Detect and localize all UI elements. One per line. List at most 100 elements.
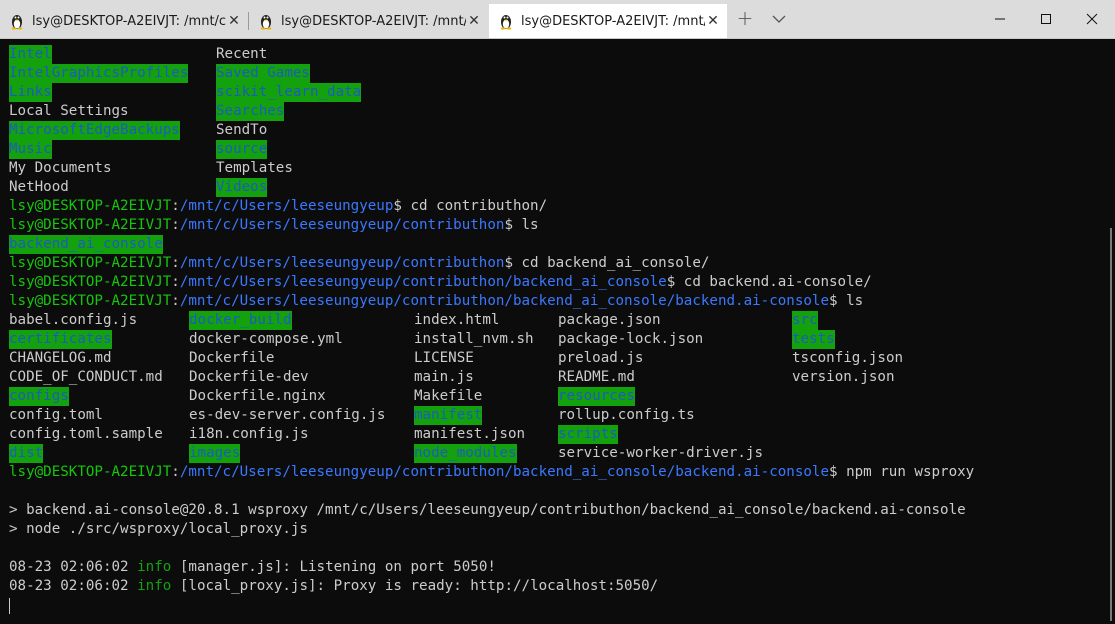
file-entry: README.md <box>558 369 635 385</box>
cursor-line <box>9 596 1099 615</box>
command-line: lsy@DESKTOP-A2EIVJT:/mnt/c/Users/leeseun… <box>9 273 1099 292</box>
text-cursor <box>9 598 10 614</box>
tab-1[interactable]: lsy@DESKTOP-A2EIVJT: /mnt/c ✕ <box>0 4 248 38</box>
close-icon <box>1086 13 1098 25</box>
listing-row: Local Settings Searches <box>9 102 1099 121</box>
file-entry: docker-compose.yml <box>189 331 343 347</box>
command-line: lsy@DESKTOP-A2EIVJT:/mnt/c/Users/leeseun… <box>9 463 1099 482</box>
maximize-icon <box>1041 14 1051 24</box>
file-entry: babel.config.js <box>9 312 138 328</box>
directory-entry: dist <box>9 444 44 463</box>
directory-entry: Videos <box>216 178 268 197</box>
directory-entry: Intel <box>9 45 52 64</box>
prompt-path: /mnt/c/Users/leeseungyeup <box>179 198 394 214</box>
tab-2[interactable]: lsy@DESKTOP-A2EIVJT: /mnt/c ✕ <box>249 4 488 38</box>
file-entry: NetHood <box>9 179 69 195</box>
close-icon[interactable]: ✕ <box>226 13 242 29</box>
prompt-colon: : <box>171 274 180 290</box>
close-icon[interactable]: ✕ <box>705 13 721 29</box>
listing-row: CODE_OF_CONDUCT.md Dockerfile-dev main.js R… <box>9 368 1099 387</box>
log-timestamp: 08-23 02:06:02 <box>9 559 129 575</box>
file-entry: rollup.config.ts <box>558 407 695 423</box>
directory-entry: docker_build <box>189 311 292 330</box>
file-entry: index.html <box>414 312 500 328</box>
file-entry: LICENSE <box>414 350 474 366</box>
close-icon[interactable]: ✕ <box>466 13 482 29</box>
output-text: > backend.ai-console@20.8.1 wsproxy /mnt… <box>9 502 966 518</box>
directory-entry: manifest <box>414 406 483 425</box>
command-line: lsy@DESKTOP-A2EIVJT:/mnt/c/Users/leeseun… <box>9 216 1099 235</box>
file-entry: preload.js <box>558 350 644 366</box>
file-entry: tsconfig.json <box>792 350 904 366</box>
prompt-user: lsy@DESKTOP-A2EIVJT <box>9 274 172 290</box>
prompt-user: lsy@DESKTOP-A2EIVJT <box>9 198 172 214</box>
prompt-user: lsy@DESKTOP-A2EIVJT <box>9 217 172 233</box>
new-tab-button[interactable]: + <box>734 8 756 30</box>
command-text: $ cd backend_ai_console/ <box>504 255 710 271</box>
log-message: [manager.js]: Listening on port 5050! <box>179 559 496 575</box>
file-entry: Makefile <box>414 388 483 404</box>
tab-title: lsy@DESKTOP-A2EIVJT: /mnt/c <box>521 13 705 29</box>
file-entry: CHANGELOG.md <box>9 350 112 366</box>
file-entry: i18n.config.js <box>189 426 309 442</box>
minimize-icon <box>995 18 1005 20</box>
directory-entry: scripts <box>558 425 618 444</box>
directory-entry: Music <box>9 140 52 159</box>
directory-entry: Searches <box>216 102 285 121</box>
listing-row: IntelGraphicsProfiles Saved Games <box>9 64 1099 83</box>
log-level: info <box>137 559 172 575</box>
output-text: > node ./src/wsproxy/local_proxy.js <box>9 521 308 537</box>
prompt-colon: : <box>171 293 180 309</box>
directory-entry: source <box>216 140 268 159</box>
close-window-button[interactable] <box>1069 0 1115 38</box>
listing-row: Intel Recent <box>9 45 1099 64</box>
file-entry: package.json <box>558 312 661 328</box>
prompt-colon: : <box>171 464 180 480</box>
scrollbar[interactable] <box>1110 228 1112 621</box>
prompt-colon: : <box>171 198 180 214</box>
prompt-colon: : <box>171 255 180 271</box>
listing-row: My Documents Templates <box>9 159 1099 178</box>
prompt-path: /mnt/c/Users/leeseungyeup/contributhon <box>179 255 505 271</box>
command-text: $ npm run wsproxy <box>829 464 975 480</box>
file-entry: SendTo <box>216 122 268 138</box>
file-entry: main.js <box>414 369 474 385</box>
linux-tux-icon <box>500 15 512 30</box>
terminal-output[interactable]: Intel Recent IntelGraphicsProfiles Saved Ga… <box>9 45 1099 615</box>
directory-entry: certificates <box>9 330 112 349</box>
npm-output-line: > node ./src/wsproxy/local_proxy.js <box>9 520 1099 539</box>
command-line: lsy@DESKTOP-A2EIVJT:/mnt/c/Users/leeseun… <box>9 254 1099 273</box>
command-text: $ cd contributhon/ <box>393 198 548 214</box>
file-entry: Templates <box>216 160 293 176</box>
file-entry: version.json <box>792 369 895 385</box>
directory-entry: Links <box>9 83 52 102</box>
command-line: backend_ai_console <box>9 235 1099 254</box>
listing-row: config.toml es-dev-server.config.js manife… <box>9 406 1099 425</box>
prompt-user: lsy@DESKTOP-A2EIVJT <box>9 293 172 309</box>
file-entry: Recent <box>216 46 268 62</box>
listing-row: config.toml.sample i18n.config.js manifest… <box>9 425 1099 444</box>
chevron-down-icon[interactable] <box>768 8 790 30</box>
listing-row: CHANGELOG.md Dockerfile LICENSE preload.js t… <box>9 349 1099 368</box>
tab-title: lsy@DESKTOP-A2EIVJT: /mnt/c <box>281 13 466 29</box>
command-text: $ cd backend.ai-console/ <box>666 274 872 290</box>
maximize-button[interactable] <box>1023 0 1069 38</box>
listing-row: configs Dockerfile.nginx Makefile resources <box>9 387 1099 406</box>
tab-title: lsy@DESKTOP-A2EIVJT: /mnt/c <box>32 13 226 29</box>
directory-entry: backend_ai_console <box>9 235 163 254</box>
linux-tux-icon <box>260 15 272 30</box>
log-message: [local_proxy.js]: Proxy is ready: http:/… <box>179 578 659 594</box>
file-entry: service-worker-driver.js <box>558 445 763 461</box>
prompt-path: /mnt/c/Users/leeseungyeup/contributhon/b… <box>179 293 830 309</box>
log-line: 08-23 02:06:02 info [local_proxy.js]: Pr… <box>9 577 1099 596</box>
file-entry: Dockerfile-dev <box>189 369 309 385</box>
minimize-button[interactable] <box>977 0 1023 38</box>
file-entry: config.toml.sample <box>9 426 163 442</box>
log-timestamp: 08-23 02:06:02 <box>9 578 129 594</box>
tab-3-active[interactable]: lsy@DESKTOP-A2EIVJT: /mnt/c ✕ <box>489 4 727 38</box>
listing-row: babel.config.js docker_build index.html pac… <box>9 311 1099 330</box>
prompt-path: /mnt/c/Users/leeseungyeup/contributhon/b… <box>179 274 667 290</box>
prompt-path: /mnt/c/Users/leeseungyeup/contributhon/b… <box>179 464 830 480</box>
directory-entry: tests <box>792 330 835 349</box>
log-line: 08-23 02:06:02 info [manager.js]: Listen… <box>9 558 1099 577</box>
